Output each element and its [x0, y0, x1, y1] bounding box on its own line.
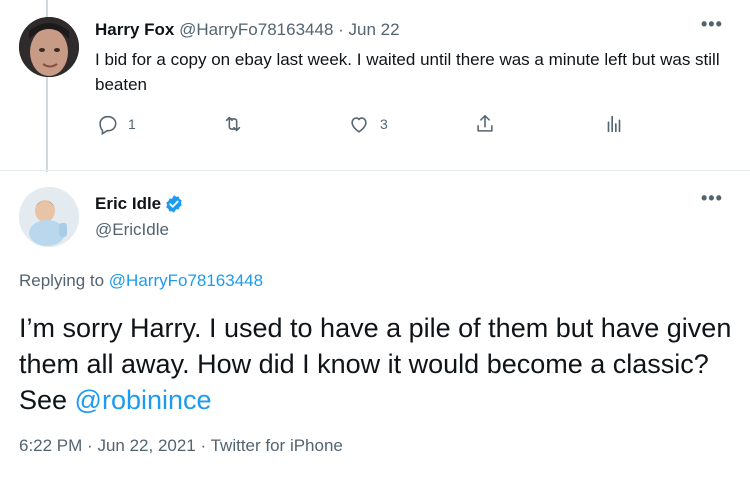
like-count: 3: [380, 116, 388, 132]
reply-more-options-icon[interactable]: •••: [701, 14, 723, 35]
verified-badge-icon: [166, 195, 182, 213]
reply-date[interactable]: Jun 22: [349, 20, 400, 39]
share-button[interactable]: [474, 112, 496, 136]
reply-count: 1: [128, 116, 136, 132]
meta-separator-2: ·: [200, 436, 207, 455]
reply-tweet-text: I bid for a copy on ebay last week. I wa…: [95, 50, 720, 94]
harry-avatar[interactable]: [19, 17, 79, 77]
harry-avatar-image: [19, 17, 79, 77]
replying-to-label: Replying to: [19, 271, 105, 290]
main-more-options-icon[interactable]: •••: [701, 188, 723, 209]
analytics-icon: [607, 115, 621, 133]
replying-to-line: Replying to @HarryFo78163448: [19, 271, 263, 291]
tweet-date[interactable]: Jun 22, 2021: [97, 436, 195, 455]
share-icon: [477, 114, 493, 132]
tweet-time[interactable]: 6:22 PM: [19, 436, 82, 455]
analytics-button[interactable]: [603, 112, 625, 136]
meta-separator: ·: [87, 436, 93, 455]
reply-button[interactable]: 1: [96, 112, 136, 136]
like-button[interactable]: 3: [348, 112, 388, 136]
retweet-icon: [225, 116, 241, 132]
eric-avatar-image: [19, 187, 79, 247]
eric-avatar[interactable]: [19, 187, 79, 247]
reply-author-name[interactable]: Harry Fox: [95, 20, 174, 39]
reply-separator: ·: [338, 20, 344, 39]
main-tweet-text: I’m sorry Harry. I used to have a pile o…: [19, 310, 734, 418]
main-author-handle[interactable]: @EricIdle: [95, 220, 169, 240]
tweet-source[interactable]: Twitter for iPhone: [211, 436, 343, 455]
tweet-divider: [0, 170, 750, 171]
main-author-name[interactable]: Eric Idle: [95, 194, 161, 214]
tweet-metadata: 6:22 PM · Jun 22, 2021 · Twitter for iPh…: [19, 436, 343, 456]
replying-to-handle-link[interactable]: @HarryFo78163448: [109, 271, 263, 290]
like-icon: [351, 117, 367, 133]
mention-link[interactable]: @robinince: [75, 385, 212, 415]
retweet-button[interactable]: [222, 112, 254, 136]
reply-icon: [99, 115, 117, 135]
reply-author-handle[interactable]: @HarryFo78163448: [179, 20, 333, 39]
